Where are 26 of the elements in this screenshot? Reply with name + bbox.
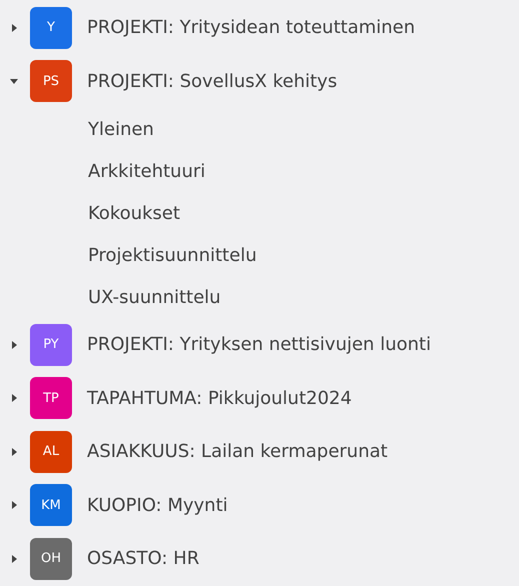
channel-name[interactable]: Kokoukset	[88, 202, 180, 224]
team-avatar: AL	[30, 430, 72, 473]
channel-name[interactable]: UX-suunnittelu	[88, 286, 221, 308]
channel-name[interactable]: Arkkitehtuuri	[88, 160, 206, 182]
team-name[interactable]: PROJEKTI: Yrityksen nettisivujen luonti	[87, 334, 431, 356]
channel-name[interactable]: Projektisuunnittelu	[88, 244, 257, 266]
team-name[interactable]: KUOPIO: Myynti	[87, 494, 228, 516]
team-avatar: Y	[30, 6, 72, 49]
caret-icon[interactable]	[9, 500, 19, 510]
caret-icon[interactable]	[9, 446, 19, 457]
team-name[interactable]: PROJEKTI: Yritysidean toteuttaminen	[87, 17, 416, 38]
team-name[interactable]: OSASTO: HR	[87, 548, 200, 570]
channel-name[interactable]: Yleinen	[88, 118, 154, 140]
caret-icon[interactable]	[9, 554, 19, 564]
caret-icon[interactable]	[9, 76, 19, 86]
team-avatar: TP	[30, 377, 72, 420]
team-name[interactable]: PROJEKTI: SovellusX kehitys	[87, 70, 338, 92]
team-name[interactable]: ASIAKKUUS: Lailan kermaperunat	[87, 441, 388, 462]
caret-icon[interactable]	[9, 393, 19, 404]
team-avatar: KM	[30, 484, 72, 526]
caret-icon[interactable]	[9, 22, 19, 33]
caret-icon[interactable]	[9, 340, 19, 350]
team-avatar: OH	[30, 538, 72, 580]
team-name[interactable]: TAPAHTUMA: Pikkujoulut2024	[87, 388, 352, 409]
team-avatar: PS	[30, 60, 72, 102]
team-avatar: PY	[30, 324, 72, 366]
